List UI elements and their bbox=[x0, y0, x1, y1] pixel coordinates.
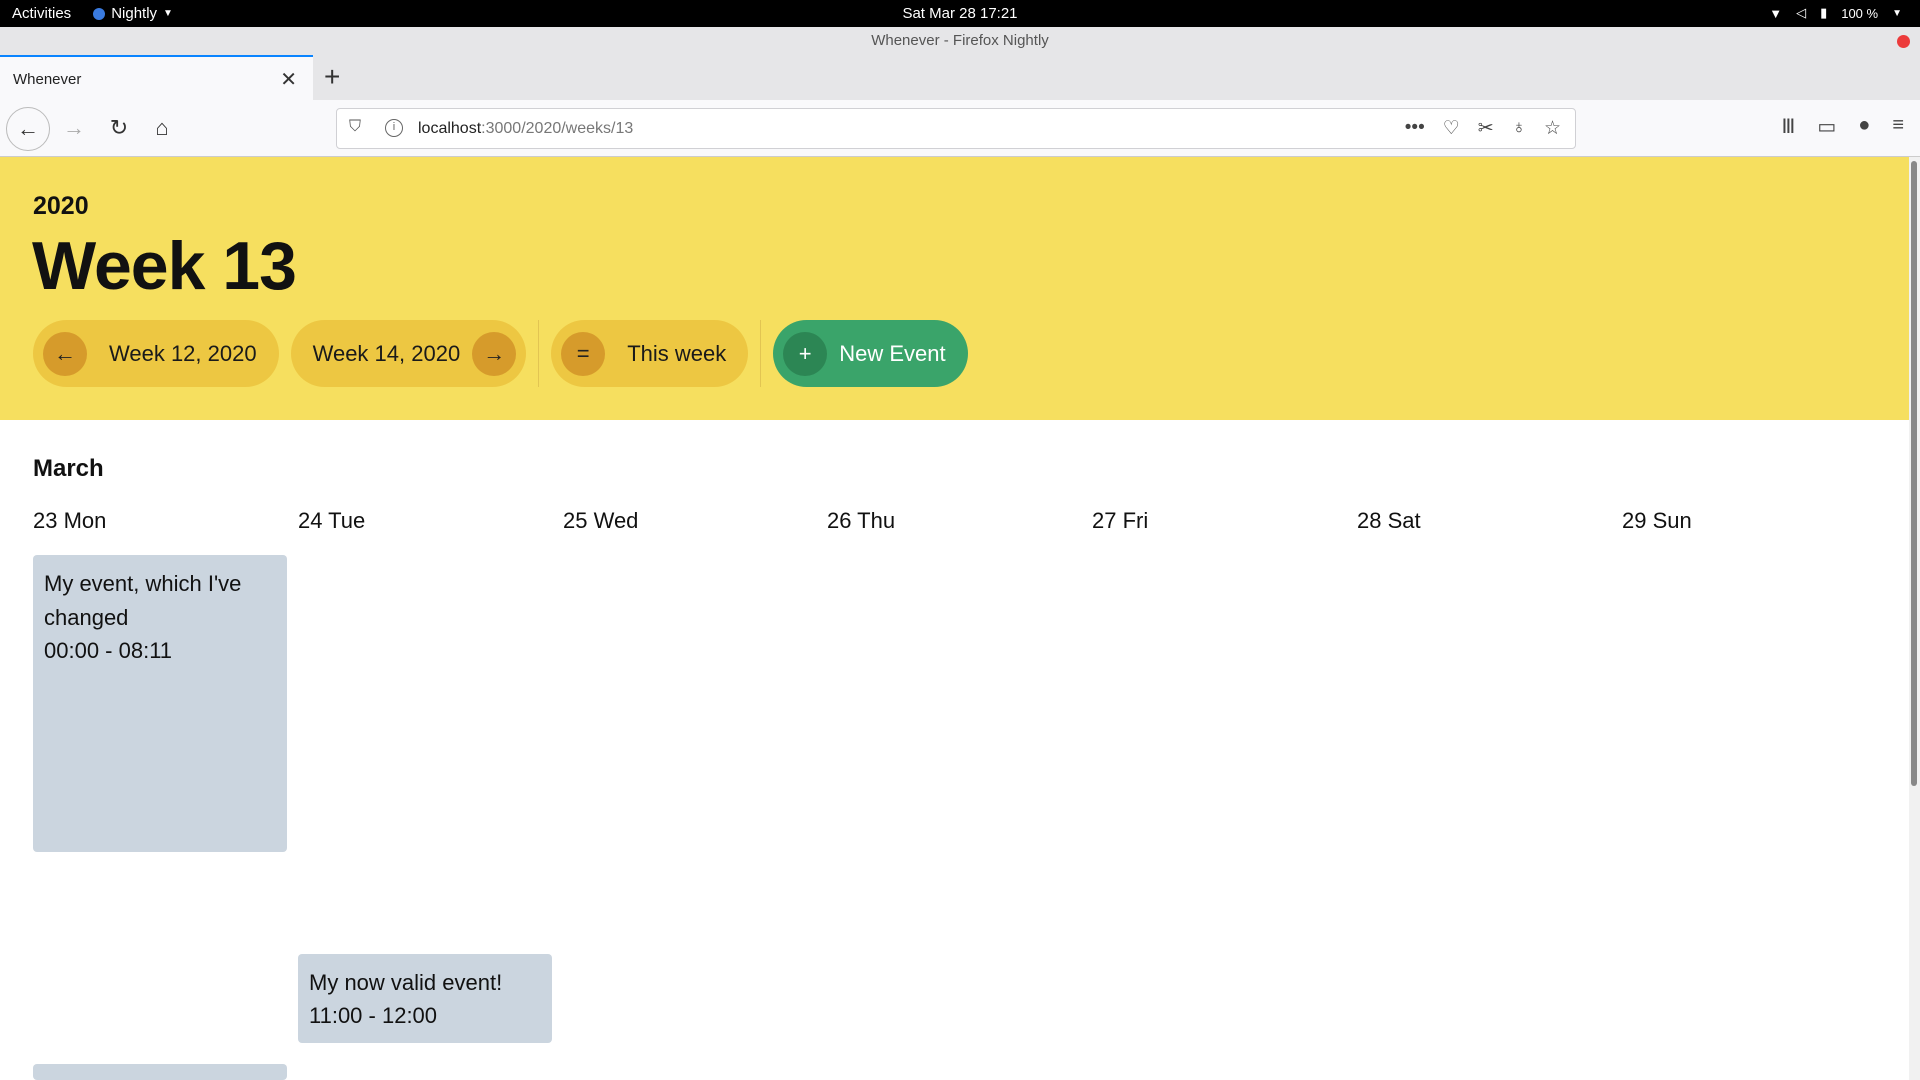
next-week-label: Week 14, 2020 bbox=[312, 340, 461, 366]
plus-icon: + bbox=[783, 331, 828, 376]
previous-week-label: Week 12, 2020 bbox=[109, 340, 257, 366]
lightbulb-icon[interactable]: ♁ bbox=[1512, 117, 1526, 140]
previous-week-button[interactable]: ← Week 12, 2020 bbox=[33, 320, 279, 387]
event-card[interactable]: My now valid event! 11:00 - 12:00 bbox=[298, 954, 552, 1043]
system-top-bar: Activities Nightly ▼ Sat Mar 28 17:21 ▼ … bbox=[0, 0, 1920, 27]
volume-icon: ◁ bbox=[1796, 5, 1807, 20]
hamburger-menu-icon[interactable]: ≡ bbox=[1892, 114, 1904, 139]
event-card[interactable]: My event, which I've changed 00:00 - 08:… bbox=[33, 555, 287, 852]
back-button[interactable]: ← bbox=[6, 107, 50, 151]
day-header-sat: 28 Sat bbox=[1357, 508, 1421, 533]
url-host: localhost bbox=[418, 120, 482, 137]
this-week-button[interactable]: = This week bbox=[551, 320, 749, 387]
tracking-protection-icon[interactable]: ⛉ bbox=[349, 118, 361, 136]
new-event-button[interactable]: + New Event bbox=[773, 320, 968, 387]
arrow-right-icon: → bbox=[472, 331, 517, 376]
tab-strip: Whenever ✕ + bbox=[0, 55, 1920, 100]
account-icon[interactable]: ● bbox=[1858, 114, 1870, 139]
site-info-icon[interactable]: i bbox=[385, 119, 403, 137]
url-path: :3000/2020/weeks/13 bbox=[481, 120, 634, 137]
navigation-toolbar: ← → ↻ ⌂ ⛉ i localhost:3000/2020/weeks/13… bbox=[0, 100, 1920, 157]
system-status-menu[interactable]: ▼ ◁ ▮ 100 % ▼ bbox=[1769, 5, 1902, 21]
day-header-wed: 25 Wed bbox=[563, 508, 639, 533]
close-tab-icon[interactable]: ✕ bbox=[280, 67, 297, 92]
page-actions-icon[interactable]: ••• bbox=[1405, 117, 1425, 140]
new-tab-button[interactable]: + bbox=[324, 61, 340, 93]
sidebar-icon[interactable]: ▭ bbox=[1817, 114, 1836, 139]
clock[interactable]: Sat Mar 28 17:21 bbox=[0, 5, 1920, 22]
event-time: 11:00 - 12:00 bbox=[309, 1003, 438, 1028]
this-week-label: This week bbox=[627, 340, 727, 366]
month-title: March bbox=[33, 455, 104, 482]
url-bar[interactable]: ⛉ i localhost:3000/2020/weeks/13 ••• ♡ ✂… bbox=[336, 108, 1576, 149]
event-card[interactable] bbox=[33, 1064, 287, 1080]
day-header-sun: 29 Sun bbox=[1622, 508, 1692, 533]
day-header-mon: 23 Mon bbox=[33, 508, 107, 533]
home-button[interactable]: ⌂ bbox=[142, 108, 182, 148]
battery-level: 100 % bbox=[1841, 5, 1879, 21]
url-text[interactable]: localhost:3000/2020/weeks/13 bbox=[418, 120, 633, 138]
event-title: My now valid event! bbox=[309, 970, 503, 995]
week-header: 2020 Week 13 ← Week 12, 2020 Week 14, 20… bbox=[0, 157, 1909, 420]
equals-icon: = bbox=[561, 331, 606, 376]
day-header-fri: 27 Fri bbox=[1092, 508, 1149, 533]
new-event-label: New Event bbox=[839, 340, 946, 366]
pocket-icon[interactable]: ♡ bbox=[1443, 117, 1460, 140]
arrow-left-icon: ← bbox=[43, 331, 87, 376]
year-label: 2020 bbox=[33, 192, 89, 220]
divider bbox=[538, 320, 540, 387]
window-close-button[interactable] bbox=[1897, 35, 1910, 48]
event-time: 00:00 - 08:11 bbox=[44, 638, 173, 663]
event-title: My event, which I've changed bbox=[44, 571, 242, 630]
bookmark-star-icon[interactable]: ☆ bbox=[1544, 117, 1561, 140]
screenshot-icon[interactable]: ✂ bbox=[1478, 117, 1494, 140]
scrollbar-thumb[interactable] bbox=[1911, 161, 1917, 786]
next-week-button[interactable]: Week 14, 2020 → bbox=[290, 320, 527, 387]
day-header-thu: 26 Thu bbox=[827, 508, 896, 533]
wifi-icon: ▼ bbox=[1769, 5, 1783, 21]
battery-icon: ▮ bbox=[1820, 5, 1828, 20]
day-header-tue: 24 Tue bbox=[298, 508, 366, 533]
window-title: Whenever - Firefox Nightly bbox=[871, 32, 1049, 49]
week-navigation: ← Week 12, 2020 Week 14, 2020 → = This w… bbox=[33, 320, 980, 387]
page-title: Week 13 bbox=[32, 228, 297, 304]
tab-whenever[interactable]: Whenever ✕ bbox=[0, 55, 313, 100]
library-icon[interactable]: Ⅲ bbox=[1782, 114, 1796, 139]
forward-button[interactable]: → bbox=[54, 108, 94, 148]
page-scrollbar[interactable] bbox=[1909, 157, 1920, 1080]
divider bbox=[760, 320, 762, 387]
reload-button[interactable]: ↻ bbox=[99, 108, 139, 148]
caret-down-icon: ▼ bbox=[1892, 7, 1902, 19]
tab-title: Whenever bbox=[13, 71, 82, 88]
window-title-bar: Whenever - Firefox Nightly bbox=[0, 27, 1920, 55]
